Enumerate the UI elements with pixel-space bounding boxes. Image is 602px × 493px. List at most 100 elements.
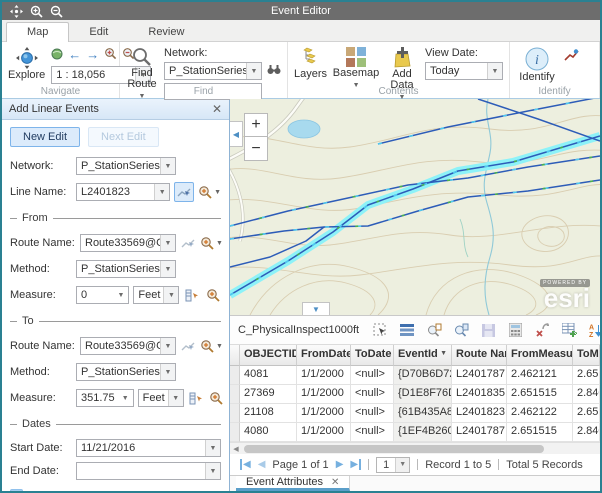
- from-method-combobox[interactable]: P_StationSeries ▼: [76, 260, 176, 278]
- table-cell[interactable]: 27369: [240, 385, 297, 404]
- row-selector[interactable]: [230, 404, 240, 423]
- sort-icon[interactable]: AZ: [588, 322, 602, 338]
- last-page-button[interactable]: ▶: [350, 459, 361, 470]
- page-number-combobox[interactable]: 1 ▼: [376, 457, 410, 473]
- pick-to-measure-button[interactable]: [188, 388, 204, 408]
- sort-descending-icon[interactable]: ▼: [440, 348, 447, 363]
- table-cell[interactable]: 4081: [240, 366, 297, 385]
- from-unit-combobox[interactable]: Feet ▼: [133, 286, 179, 304]
- tab-map[interactable]: Map: [6, 22, 69, 42]
- table-cell[interactable]: L2401787: [452, 423, 507, 442]
- column-header[interactable]: Route Name: [452, 345, 507, 366]
- chevron-down-icon[interactable]: ▼: [118, 390, 133, 406]
- add-record-icon[interactable]: [561, 322, 577, 338]
- table-cell[interactable]: 2.651515: [507, 385, 573, 404]
- pan-to-selected-icon[interactable]: [453, 322, 469, 338]
- close-icon[interactable]: ✕: [212, 102, 222, 116]
- line-name-combobox[interactable]: L2401823 ▼: [76, 183, 170, 201]
- column-header[interactable]: OBJECTID: [240, 345, 297, 366]
- panel-network-combobox[interactable]: P_StationSeries ▼: [76, 157, 176, 175]
- select-to-route-button[interactable]: [180, 336, 196, 356]
- map-zoom-out-button[interactable]: −: [244, 137, 268, 161]
- zoom-to-line-button[interactable]: ▼: [198, 185, 221, 199]
- table-cell[interactable]: 1/1/2000: [297, 366, 351, 385]
- to-method-combobox[interactable]: P_StationSeries ▼: [76, 363, 176, 381]
- row-selector[interactable]: [230, 385, 240, 404]
- table-cell[interactable]: <null>: [351, 423, 394, 442]
- table-cell[interactable]: <null>: [351, 366, 394, 385]
- chevron-down-icon[interactable]: ▼: [160, 364, 175, 380]
- to-route-name-combobox[interactable]: Route33569@Cent ▼: [80, 337, 176, 355]
- chevron-down-icon[interactable]: ▼: [113, 287, 128, 303]
- chevron-down-icon[interactable]: ▼: [160, 158, 175, 174]
- table-cell[interactable]: {61B435A8-3: [394, 404, 452, 423]
- identify-route-location-icon[interactable]: [564, 45, 579, 65]
- start-date-combobox[interactable]: 11/21/2016 ▼: [76, 439, 221, 457]
- table-cell[interactable]: 21108: [240, 404, 297, 423]
- calculator-icon[interactable]: [507, 322, 523, 338]
- show-selected-records-icon[interactable]: [399, 322, 415, 338]
- delete-selected-icon[interactable]: [534, 322, 550, 338]
- tab-review[interactable]: Review: [128, 23, 204, 41]
- map-zoom-in-button[interactable]: +: [244, 113, 268, 137]
- zoom-to-to-measure-button[interactable]: [208, 388, 224, 408]
- chevron-down-icon[interactable]: ▼: [168, 390, 183, 406]
- to-measure-combobox[interactable]: 351.75 ▼: [76, 389, 134, 407]
- table-row[interactable]: 211081/1/2000<null>{61B435A8-3L24018232.…: [230, 404, 600, 423]
- row-selector[interactable]: [230, 423, 240, 442]
- explore-button[interactable]: Explore: [8, 45, 45, 81]
- previous-page-button[interactable]: ◀: [258, 459, 266, 470]
- table-cell[interactable]: 1/1/2000: [297, 423, 351, 442]
- checkbox[interactable]: ✓: [10, 489, 23, 491]
- next-extent-icon[interactable]: →: [86, 49, 99, 61]
- table-cell[interactable]: {D70B6D72-3: [394, 366, 452, 385]
- select-by-box-icon[interactable]: [372, 322, 388, 338]
- previous-extent-icon[interactable]: ←: [68, 49, 81, 61]
- table-row[interactable]: 40811/1/2000<null>{D70B6D72-3L24017872.4…: [230, 366, 600, 385]
- zoom-to-from-route-button[interactable]: ▼: [200, 236, 223, 250]
- select-line-on-map-button[interactable]: [174, 182, 194, 202]
- row-selector[interactable]: [230, 366, 240, 385]
- layers-button[interactable]: Layers: [294, 45, 327, 80]
- horizontal-scrollbar[interactable]: ◀: [230, 442, 600, 454]
- table-row[interactable]: 40801/1/2000<null>{1EF4B260-FL24017872.6…: [230, 423, 600, 442]
- table-cell[interactable]: {D1E8F76D-F: [394, 385, 452, 404]
- zoom-to-to-route-button[interactable]: ▼: [200, 339, 223, 353]
- end-date-combobox[interactable]: ▼: [76, 462, 221, 480]
- first-page-button[interactable]: ◀: [240, 459, 251, 470]
- column-header[interactable]: ToMea: [573, 345, 600, 366]
- zoom-to-selected-icon[interactable]: [426, 322, 442, 338]
- binoculars-icon[interactable]: [267, 64, 281, 78]
- table-cell[interactable]: 2.8409: [573, 423, 600, 442]
- collapse-table-button[interactable]: ▼: [302, 302, 330, 315]
- table-cell[interactable]: 2.651515: [507, 423, 573, 442]
- close-icon[interactable]: ✕: [331, 477, 339, 488]
- table-cell[interactable]: 2.6515: [573, 366, 600, 385]
- select-from-route-button[interactable]: [180, 233, 196, 253]
- zoom-to-from-measure-button[interactable]: [204, 285, 221, 305]
- column-header[interactable]: EventId▼: [394, 345, 452, 366]
- chevron-down-icon[interactable]: ▼: [163, 287, 178, 303]
- from-route-name-combobox[interactable]: Route33569@Cent ▼: [80, 234, 176, 252]
- table-cell[interactable]: <null>: [351, 404, 394, 423]
- table-cell[interactable]: <null>: [351, 385, 394, 404]
- basemap-button[interactable]: Basemap ▼: [333, 45, 379, 91]
- view-date-combobox[interactable]: Today ▼: [425, 62, 503, 80]
- scroll-left-icon[interactable]: ◀: [230, 445, 242, 453]
- table-cell[interactable]: L2401835: [452, 385, 507, 404]
- table-cell[interactable]: {1EF4B260-F: [394, 423, 452, 442]
- ribbon-zoom-in-icon[interactable]: [104, 47, 117, 63]
- chevron-down-icon[interactable]: ▼: [395, 458, 409, 472]
- table-cell[interactable]: L2401787: [452, 366, 507, 385]
- chevron-down-icon[interactable]: ▼: [160, 235, 175, 251]
- table-cell[interactable]: 1/1/2000: [297, 404, 351, 423]
- chevron-down-icon[interactable]: ▼: [205, 463, 220, 479]
- pick-from-measure-button[interactable]: [183, 285, 200, 305]
- column-header[interactable]: FromDate: [297, 345, 351, 366]
- chevron-down-icon[interactable]: ▼: [154, 184, 169, 200]
- tab-event-attributes[interactable]: Event Attributes ✕: [236, 476, 350, 491]
- chevron-down-icon[interactable]: ▼: [246, 63, 261, 79]
- column-header[interactable]: FromMeasure: [507, 345, 573, 366]
- collapse-panel-button[interactable]: ◀: [230, 121, 243, 147]
- table-cell[interactable]: 2.462121: [507, 366, 573, 385]
